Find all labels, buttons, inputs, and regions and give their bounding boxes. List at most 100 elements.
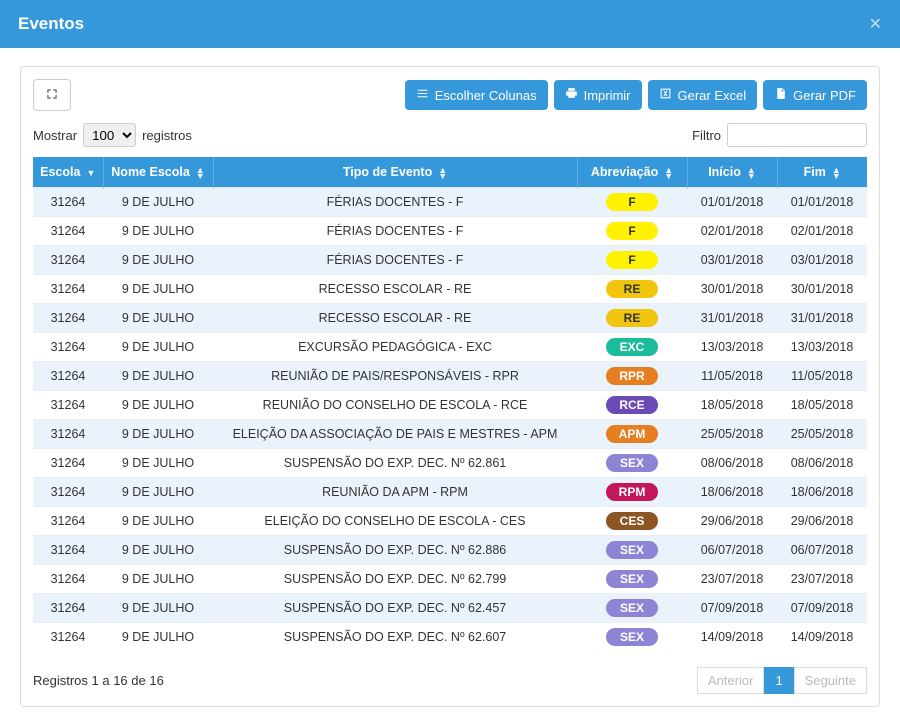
- cell-nome: 9 DE JULHO: [103, 333, 213, 362]
- cell-abrev: SEX: [577, 594, 687, 623]
- cell-fim: 23/07/2018: [777, 565, 867, 594]
- abbreviation-badge: CES: [606, 512, 658, 530]
- table-row: 312649 DE JULHOREUNIÃO DO CONSELHO DE ES…: [33, 391, 867, 420]
- choose-columns-label: Escolher Colunas: [435, 88, 537, 103]
- expand-button[interactable]: [33, 79, 71, 111]
- cell-inicio: 13/03/2018: [687, 333, 777, 362]
- abbreviation-badge: APM: [606, 425, 658, 443]
- cell-fim: 02/01/2018: [777, 217, 867, 246]
- cell-nome: 9 DE JULHO: [103, 507, 213, 536]
- cell-abrev: RE: [577, 275, 687, 304]
- prev-page-button[interactable]: Anterior: [697, 667, 765, 694]
- cell-tipo: RECESSO ESCOLAR - RE: [213, 275, 577, 304]
- abbreviation-badge: SEX: [606, 599, 658, 617]
- close-icon[interactable]: ✕: [869, 14, 882, 34]
- cell-abrev: F: [577, 246, 687, 275]
- column-header[interactable]: Escola▼: [33, 157, 103, 188]
- action-buttons: Escolher Colunas Imprimir Gerar Excel Ge…: [405, 80, 867, 110]
- table-row: 312649 DE JULHOFÉRIAS DOCENTES - FF03/01…: [33, 246, 867, 275]
- table-row: 312649 DE JULHOSUSPENSÃO DO EXP. DEC. Nº…: [33, 536, 867, 565]
- cell-tipo: EXCURSÃO PEDAGÓGICA - EXC: [213, 333, 577, 362]
- cell-fim: 03/01/2018: [777, 246, 867, 275]
- cell-nome: 9 DE JULHO: [103, 246, 213, 275]
- cell-fim: 31/01/2018: [777, 304, 867, 333]
- table-row: 312649 DE JULHOSUSPENSÃO DO EXP. DEC. Nº…: [33, 565, 867, 594]
- table-footer: Registros 1 a 16 de 16 Anterior 1 Seguin…: [33, 667, 867, 694]
- filter-label: Filtro: [692, 128, 721, 143]
- excel-icon: [659, 87, 672, 103]
- cell-fim: 06/07/2018: [777, 536, 867, 565]
- print-button[interactable]: Imprimir: [554, 80, 642, 110]
- cell-escola: 31264: [33, 391, 103, 420]
- table-row: 312649 DE JULHORECESSO ESCOLAR - RERE31/…: [33, 304, 867, 333]
- cell-inicio: 25/05/2018: [687, 420, 777, 449]
- table-row: 312649 DE JULHOREUNIÃO DA APM - RPMRPM18…: [33, 478, 867, 507]
- cell-fim: 29/06/2018: [777, 507, 867, 536]
- table-row: 312649 DE JULHOELEIÇÃO DA ASSOCIAÇÃO DE …: [33, 420, 867, 449]
- cell-inicio: 01/01/2018: [687, 188, 777, 217]
- cell-tipo: SUSPENSÃO DO EXP. DEC. Nº 62.607: [213, 623, 577, 652]
- choose-columns-button[interactable]: Escolher Colunas: [405, 80, 548, 110]
- sort-icon: ▲▼: [832, 167, 841, 179]
- page-1-button[interactable]: 1: [764, 667, 793, 694]
- abbreviation-badge: EXC: [606, 338, 658, 356]
- cell-nome: 9 DE JULHO: [103, 449, 213, 478]
- generate-excel-button[interactable]: Gerar Excel: [648, 80, 758, 110]
- column-header[interactable]: Nome Escola▲▼: [103, 157, 213, 188]
- table-row: 312649 DE JULHOFÉRIAS DOCENTES - FF02/01…: [33, 217, 867, 246]
- sort-icon: ▲▼: [664, 167, 673, 179]
- print-icon: [565, 87, 578, 103]
- cell-inicio: 11/05/2018: [687, 362, 777, 391]
- cell-tipo: REUNIÃO DE PAIS/RESPONSÁVEIS - RPR: [213, 362, 577, 391]
- cell-nome: 9 DE JULHO: [103, 217, 213, 246]
- cell-escola: 31264: [33, 304, 103, 333]
- cell-inicio: 31/01/2018: [687, 304, 777, 333]
- cell-abrev: RPM: [577, 478, 687, 507]
- pagination: Anterior 1 Seguinte: [697, 667, 867, 694]
- page-size-select[interactable]: 100: [83, 123, 136, 147]
- cell-fim: 01/01/2018: [777, 188, 867, 217]
- column-header[interactable]: Tipo de Evento ▲▼: [213, 157, 577, 188]
- sort-icon: ▼: [86, 170, 95, 176]
- cell-abrev: SEX: [577, 623, 687, 652]
- expand-icon: [45, 87, 59, 104]
- cell-nome: 9 DE JULHO: [103, 304, 213, 333]
- sort-icon: ▲▼: [747, 167, 756, 179]
- sort-icon: ▲▼: [438, 167, 447, 179]
- cell-tipo: SUSPENSÃO DO EXP. DEC. Nº 62.799: [213, 565, 577, 594]
- cell-escola: 31264: [33, 507, 103, 536]
- cell-tipo: FÉRIAS DOCENTES - F: [213, 188, 577, 217]
- column-header[interactable]: Início ▲▼: [687, 157, 777, 188]
- cell-fim: 14/09/2018: [777, 623, 867, 652]
- column-header-label: Início: [708, 165, 741, 179]
- abbreviation-badge: SEX: [606, 541, 658, 559]
- cell-escola: 31264: [33, 188, 103, 217]
- cell-abrev: SEX: [577, 536, 687, 565]
- cell-inicio: 30/01/2018: [687, 275, 777, 304]
- cell-tipo: REUNIÃO DA APM - RPM: [213, 478, 577, 507]
- abbreviation-badge: F: [606, 193, 658, 211]
- table-row: 312649 DE JULHOEXCURSÃO PEDAGÓGICA - EXC…: [33, 333, 867, 362]
- cell-fim: 07/09/2018: [777, 594, 867, 623]
- abbreviation-badge: F: [606, 251, 658, 269]
- cell-inicio: 08/06/2018: [687, 449, 777, 478]
- cell-inicio: 23/07/2018: [687, 565, 777, 594]
- cell-fim: 11/05/2018: [777, 362, 867, 391]
- table-row: 312649 DE JULHORECESSO ESCOLAR - RERE30/…: [33, 275, 867, 304]
- column-header-label: Abreviação: [591, 165, 658, 179]
- column-header-label: Nome Escola: [111, 165, 190, 179]
- cell-tipo: RECESSO ESCOLAR - RE: [213, 304, 577, 333]
- toolbar: Escolher Colunas Imprimir Gerar Excel Ge…: [33, 79, 867, 111]
- cell-abrev: F: [577, 188, 687, 217]
- next-page-button[interactable]: Seguinte: [794, 667, 867, 694]
- generate-pdf-button[interactable]: Gerar PDF: [763, 80, 867, 110]
- cell-tipo: ELEIÇÃO DA ASSOCIAÇÃO DE PAIS E MESTRES …: [213, 420, 577, 449]
- column-header-label: Tipo de Evento: [343, 165, 432, 179]
- show-label: Mostrar: [33, 128, 77, 143]
- column-header[interactable]: Fim▲▼: [777, 157, 867, 188]
- table-controls: Mostrar 100 registros Filtro: [33, 123, 867, 147]
- cell-tipo: FÉRIAS DOCENTES - F: [213, 217, 577, 246]
- column-header[interactable]: Abreviação ▲▼: [577, 157, 687, 188]
- filter-input[interactable]: [727, 123, 867, 147]
- cell-tipo: FÉRIAS DOCENTES - F: [213, 246, 577, 275]
